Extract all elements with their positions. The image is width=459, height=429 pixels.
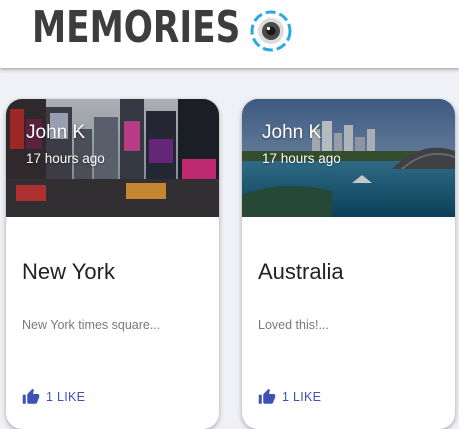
like-button[interactable]: 1 LIKE	[22, 385, 85, 409]
post-title: New York	[22, 259, 115, 284]
memory-card[interactable]: John K 17 hours ago Australia Loved this…	[242, 99, 455, 429]
thumb-up-icon	[22, 388, 40, 404]
post-timestamp: 17 hours ago	[26, 151, 105, 166]
memory-card[interactable]: John K 17 hours ago New York New York ti…	[6, 99, 219, 429]
post-message: Loved this!...	[258, 318, 329, 332]
post-timestamp: 17 hours ago	[262, 151, 341, 166]
like-count: 1 LIKE	[46, 390, 86, 404]
like-count: 1 LIKE	[282, 390, 322, 404]
post-message: New York times square...	[22, 318, 161, 332]
thumb-up-icon	[258, 388, 276, 404]
app-bar: Memories	[0, 0, 459, 68]
camera-lens-icon[interactable]	[249, 9, 293, 53]
post-image-times-square[interactable]: John K 17 hours ago	[6, 99, 219, 217]
like-button[interactable]: 1 LIKE	[258, 385, 321, 409]
post-title: Australia	[258, 259, 344, 284]
post-author: John K	[262, 122, 322, 143]
post-author: John K	[26, 122, 86, 143]
post-image-sydney-harbour[interactable]: John K 17 hours ago	[242, 99, 455, 217]
brand-title[interactable]: Memories	[32, 2, 240, 54]
